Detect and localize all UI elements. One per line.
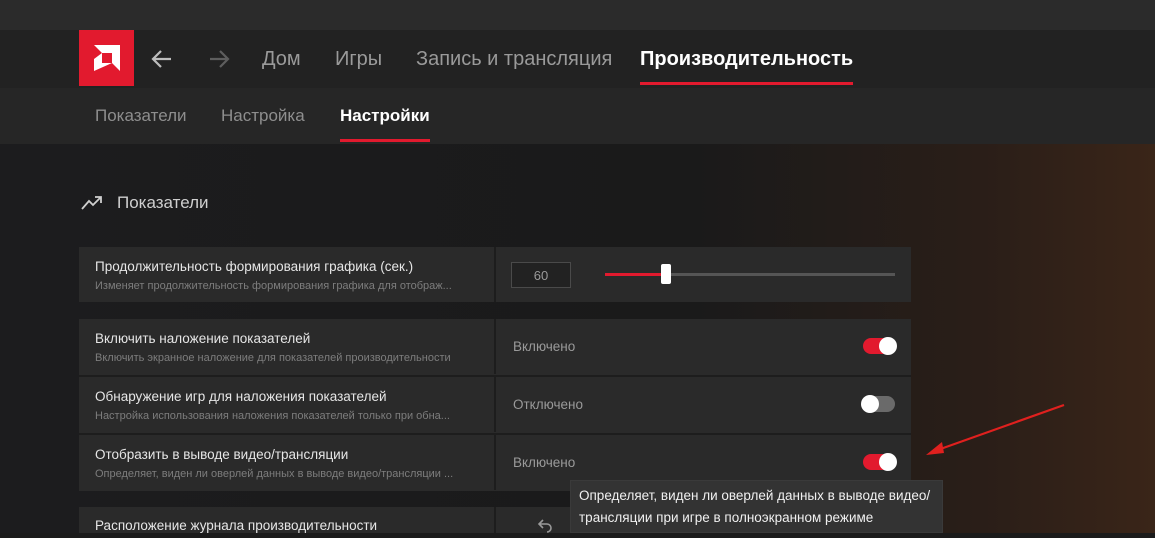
subtab-tuning[interactable]: Настройка: [221, 106, 305, 126]
toggle-knob: [861, 395, 879, 413]
subtab-metrics[interactable]: Показатели: [95, 106, 187, 126]
sub-navigation-bar: Показатели Настройка Настройки: [0, 88, 1155, 144]
window-top-strip: [0, 0, 1155, 30]
enable-overlay-toggle[interactable]: [863, 337, 897, 355]
section-header: Показатели: [81, 193, 209, 213]
tab-record-stream[interactable]: Запись и трансляция: [416, 48, 612, 71]
column-divider: [494, 507, 496, 533]
amd-logo-icon: [93, 45, 120, 71]
tooltip: Определяет, виден ли оверлей данных в вы…: [570, 480, 943, 533]
setting-row: Включить наложение показателей Включить …: [79, 319, 911, 374]
forward-arrow-icon[interactable]: [206, 46, 232, 72]
subtab-settings-label: Настройки: [340, 106, 430, 125]
amd-logo[interactable]: [79, 30, 134, 86]
tooltip-line-1: Определяет, виден ли оверлей данных в вы…: [579, 488, 931, 503]
column-divider: [494, 247, 496, 302]
graph-duration-slider[interactable]: [605, 264, 895, 284]
reset-icon[interactable]: [537, 519, 553, 538]
overlay-settings-card: Включить наложение показателей Включить …: [79, 319, 911, 491]
setting-title: Обнаружение игр для наложения показателе…: [95, 389, 387, 404]
slider-thumb[interactable]: [660, 264, 671, 284]
top-navigation-bar: Дом Игры Запись и трансляция Производите…: [0, 30, 1155, 88]
graph-duration-row: Продолжительность формирования графика (…: [79, 247, 911, 302]
trend-up-icon: [81, 196, 102, 210]
graph-duration-input[interactable]: 60: [511, 262, 571, 288]
column-divider: [494, 435, 496, 490]
section-title: Показатели: [117, 193, 209, 212]
setting-state-label: Отключено: [513, 397, 583, 412]
setting-row: Обнаружение игр для наложения показателе…: [79, 377, 911, 432]
game-detection-toggle[interactable]: [861, 395, 895, 413]
log-location-title: Расположение журнала производительности: [95, 518, 378, 533]
setting-title: Отобразить в выводе видео/трансляции: [95, 447, 349, 462]
active-subtab-underline: [340, 139, 430, 142]
graph-duration-description: Изменяет продолжительность формирования …: [95, 280, 452, 292]
setting-label: Включить наложение показателей Включить …: [79, 319, 493, 374]
column-divider: [494, 319, 496, 374]
graph-duration-label: Продолжительность формирования графика (…: [79, 247, 493, 302]
tab-home[interactable]: Дом: [262, 48, 301, 71]
toggle-knob: [879, 337, 897, 355]
setting-description: Определяет, виден ли оверлей данных в вы…: [95, 468, 454, 480]
setting-state-label: Включено: [513, 455, 576, 470]
graph-duration-card: Продолжительность формирования графика (…: [79, 247, 911, 302]
tab-games[interactable]: Игры: [335, 48, 382, 71]
setting-description: Настройка использования наложения показа…: [95, 410, 450, 422]
setting-title: Включить наложение показателей: [95, 331, 311, 346]
setting-label: Обнаружение игр для наложения показателе…: [79, 377, 493, 432]
annotation-arrow-icon: [926, 403, 1065, 455]
active-tab-underline: [640, 82, 854, 85]
toggle-knob: [879, 453, 897, 471]
setting-state-label: Включено: [513, 339, 576, 354]
tab-performance[interactable]: Производительность: [640, 48, 854, 85]
slider-fill: [605, 273, 666, 276]
show-in-stream-toggle[interactable]: [863, 453, 897, 471]
subtab-settings[interactable]: Настройки: [340, 106, 430, 142]
setting-description: Включить экранное наложение для показате…: [95, 352, 451, 364]
column-divider: [494, 377, 496, 432]
graph-duration-title: Продолжительность формирования графика (…: [95, 259, 414, 274]
tooltip-line-2: трансляции при игре в полноэкранном режи…: [579, 510, 874, 525]
tab-performance-label: Производительность: [640, 48, 854, 70]
setting-label: Отобразить в выводе видео/трансляции Опр…: [79, 435, 493, 490]
back-arrow-icon[interactable]: [149, 46, 175, 72]
